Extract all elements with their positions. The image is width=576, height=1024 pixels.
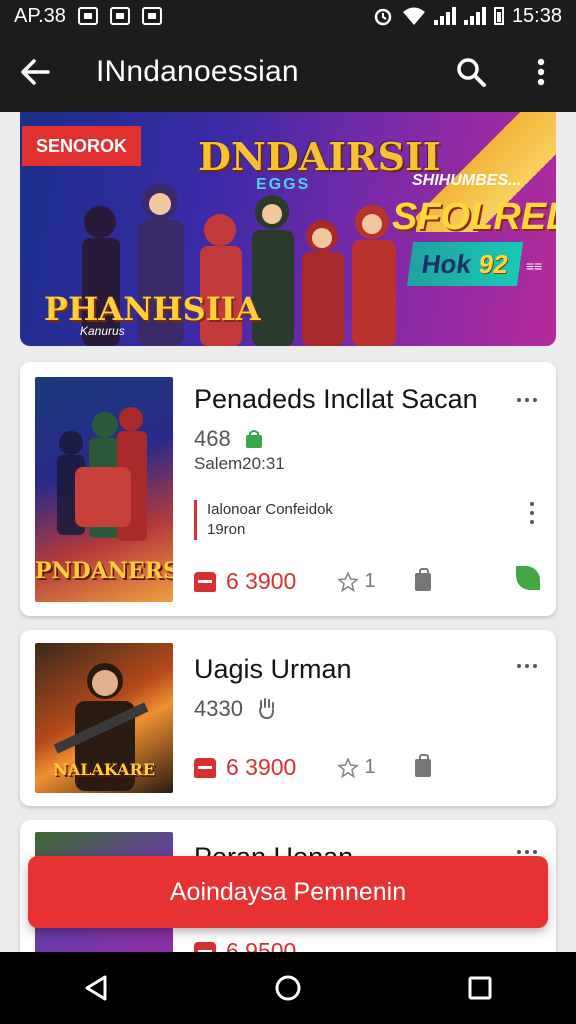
banner-headline: SFOLRELD <box>392 196 556 238</box>
banner-pill-right: 92 <box>477 248 511 279</box>
item-price: 6 3900 <box>226 568 297 594</box>
search-icon <box>457 58 486 87</box>
list-item[interactable]: PNDANERS Penadeds Incllat Sacan 468 Sale… <box>20 362 556 616</box>
item-count: 468 <box>194 426 231 451</box>
list-item[interactable]: NALAKARE Uagis Urman 4330 6 3900 1 <box>20 630 556 806</box>
item-description: Ialonoar Confeidok 19ron <box>194 500 374 540</box>
briefcase-icon <box>109 7 130 25</box>
item-description-line: Ialonoar Confeidok <box>207 501 333 518</box>
bag-icon[interactable] <box>415 567 432 591</box>
item-title: Uagis Urman <box>194 654 352 684</box>
nav-home-button[interactable] <box>248 952 328 1024</box>
alarm-icon <box>374 8 392 26</box>
item-thumbnail[interactable]: PNDANERS <box>35 377 173 602</box>
leaf-icon[interactable] <box>516 566 540 590</box>
item-stats: 6 3900 1 <box>194 753 432 781</box>
overflow-menu-button[interactable] <box>506 32 576 112</box>
system-nav-bar <box>0 952 576 1024</box>
nav-recents-icon <box>468 976 492 1000</box>
item-date: Salem20:31 <box>194 454 285 473</box>
app-actions <box>436 32 576 112</box>
item-price: 6 3900 <box>226 754 297 780</box>
nav-back-button[interactable] <box>56 952 136 1024</box>
banner-logo: PHANHSIIA <box>44 290 261 328</box>
status-time: 15:38 <box>511 4 562 27</box>
item-rating[interactable]: 1 <box>338 570 375 593</box>
banner-logo-sub: Kanurus <box>80 324 125 338</box>
banner-title: DNDAIRSII <box>198 134 441 179</box>
thumbnail-label: NALAKARE <box>53 760 155 779</box>
star-icon <box>338 571 359 592</box>
banner-kicker: SHIHUMBES... <box>412 172 522 189</box>
thumbnail-label: PNDANERS <box>35 558 173 584</box>
promo-banner[interactable]: SENOROK DNDAIRSII EGGS SHIHUMBES... SFOL… <box>20 112 556 346</box>
primary-action-button[interactable]: Aoindaysa Pemnenin <box>28 856 548 928</box>
item-rating[interactable]: 1 <box>338 756 375 779</box>
nav-back-icon <box>85 975 107 1001</box>
banner-pill-suffix: ≡≡ <box>526 258 543 274</box>
shopping-bag-icon <box>245 430 262 448</box>
mail-icon <box>141 7 162 25</box>
item-title: Penadeds Incllat Sacan <box>194 384 478 414</box>
item-thumbnail[interactable]: NALAKARE <box>35 643 173 793</box>
search-button[interactable] <box>436 32 506 112</box>
banner-pill-left: Hok <box>419 248 474 279</box>
item-count: 4330 <box>194 696 243 721</box>
item-options-button[interactable] <box>530 502 534 524</box>
banner-pill: Hok 92 <box>406 242 524 286</box>
wifi-icon <box>402 7 425 25</box>
item-description-line: 19ron <box>207 521 246 538</box>
bag-icon[interactable] <box>415 753 432 777</box>
signal-icon <box>433 7 456 25</box>
item-more-button[interactable] <box>512 390 542 410</box>
battery-icon <box>493 7 504 25</box>
status-carrier-text: AP.38 <box>14 4 66 27</box>
hand-icon <box>258 698 274 720</box>
page-title: INndanoessian <box>96 55 299 88</box>
star-icon <box>338 757 359 778</box>
more-vert-icon <box>537 58 545 86</box>
nav-recents-button[interactable] <box>440 952 520 1024</box>
image-icon <box>77 7 98 25</box>
item-more-button[interactable] <box>512 656 542 676</box>
app-bar: INndanoessian <box>0 32 576 112</box>
arrow-left-icon <box>21 59 50 85</box>
banner-tag: SENOROK <box>22 126 142 166</box>
status-right: 15:38 <box>372 5 562 28</box>
banner-subtitle: EGGS <box>256 176 311 193</box>
item-rating-value: 1 <box>364 570 376 592</box>
price-tag-icon <box>194 757 216 778</box>
item-stats: 6 3900 1 <box>194 567 432 595</box>
price-tag-icon <box>194 571 216 592</box>
item-rating-value: 1 <box>364 756 376 778</box>
item-meta: 468 <box>194 426 263 452</box>
status-bar: AP.38 15:38 <box>0 0 576 32</box>
signal-icon <box>463 7 486 25</box>
nav-home-icon <box>275 975 301 1001</box>
back-button[interactable] <box>0 32 70 112</box>
item-meta: 4330 <box>194 696 275 722</box>
status-left: AP.38 <box>14 5 162 28</box>
